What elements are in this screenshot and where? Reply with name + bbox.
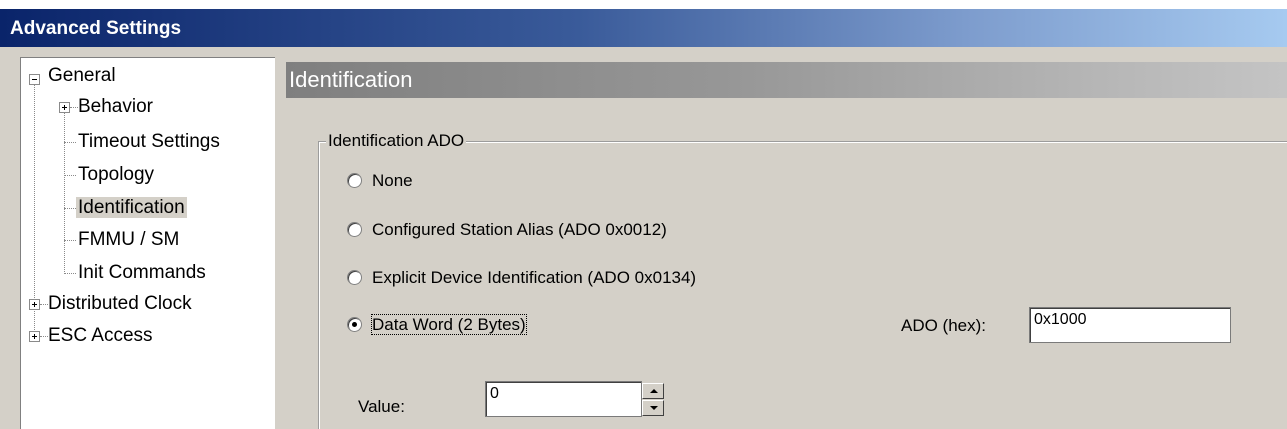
ado-hex-value: 0x1000 — [1034, 311, 1087, 328]
tree-item-init-commands[interactable]: Init Commands — [78, 261, 206, 285]
tree-connector — [40, 304, 48, 305]
tree-item-behavior[interactable]: Behavior — [78, 95, 153, 119]
radio-configured-station-alias[interactable]: Configured Station Alias (ADO 0x0012) — [347, 220, 667, 240]
radio-button-icon[interactable] — [347, 270, 362, 285]
tree-item-label: Init Commands — [78, 262, 206, 283]
tree-connector — [70, 107, 78, 108]
tree-connector — [64, 273, 76, 274]
arrow-down-icon — [650, 406, 658, 410]
expand-icon[interactable] — [29, 299, 40, 310]
radio-button-checked-icon[interactable] — [347, 317, 362, 332]
window-title-bar: Advanced Settings — [0, 9, 1287, 47]
tree-connector — [40, 336, 48, 337]
spin-down-button[interactable] — [642, 400, 664, 416]
window-title: Advanced Settings — [10, 18, 182, 39]
tree-item-label: FMMU / SM — [78, 229, 180, 250]
expand-icon[interactable] — [59, 102, 70, 113]
value-label: Value: — [358, 397, 405, 416]
tree-item-label: Topology — [78, 164, 155, 185]
top-strip — [0, 0, 1287, 9]
section-header: Identification — [286, 62, 1287, 98]
value-text: 0 — [490, 385, 499, 402]
expand-icon[interactable] — [29, 331, 40, 342]
radio-data-word[interactable]: Data Word (2 Bytes) — [347, 314, 527, 335]
radio-button-icon[interactable] — [347, 222, 362, 237]
tree-item-general[interactable]: General — [48, 64, 116, 88]
settings-tree[interactable]: General Behavior Timeout Settings Topolo… — [20, 57, 275, 429]
radio-label: None — [372, 171, 413, 190]
radio-label: Explicit Device Identification (ADO 0x01… — [372, 268, 697, 287]
tree-item-topology[interactable]: Topology — [78, 163, 154, 187]
ado-hex-label: ADO (hex): — [901, 316, 987, 335]
spin-up-button[interactable] — [642, 383, 664, 399]
collapse-icon[interactable] — [29, 74, 40, 85]
radio-none[interactable]: None — [347, 171, 413, 191]
tree-connector — [64, 240, 76, 241]
radio-label: Configured Station Alias (ADO 0x0012) — [372, 220, 667, 239]
tree-item-label: General — [48, 65, 116, 86]
tree-connector — [34, 80, 35, 336]
tree-item-label: Distributed Clock — [48, 293, 192, 314]
tree-connector — [64, 175, 76, 176]
tree-item-esc-access[interactable]: ESC Access — [48, 324, 153, 348]
tree-item-timeout-settings[interactable]: Timeout Settings — [78, 130, 220, 154]
section-title: Identification — [289, 67, 413, 92]
tree-item-label: Behavior — [78, 96, 153, 117]
radio-label: Data Word (2 Bytes) — [371, 314, 527, 335]
value-spinner[interactable] — [642, 383, 664, 417]
group-title: Identification ADO — [326, 131, 467, 151]
tree-item-distributed-clock[interactable]: Distributed Clock — [48, 292, 192, 316]
tree-connector — [64, 142, 76, 143]
tree-item-label: ESC Access — [48, 325, 153, 346]
tree-item-label: Timeout Settings — [78, 131, 220, 152]
radio-button-icon[interactable] — [347, 173, 362, 188]
tree-connector — [64, 208, 76, 209]
ado-hex-input[interactable]: 0x1000 — [1029, 307, 1231, 343]
radio-explicit-device-identification[interactable]: Explicit Device Identification (ADO 0x01… — [347, 268, 696, 288]
tree-item-identification[interactable]: Identification — [76, 196, 187, 220]
value-input[interactable]: 0 — [485, 381, 642, 417]
tree-item-fmmu-sm[interactable]: FMMU / SM — [78, 228, 179, 252]
tree-item-label: Identification — [76, 197, 187, 218]
tree-connector — [64, 102, 65, 274]
arrow-up-icon — [650, 389, 658, 393]
